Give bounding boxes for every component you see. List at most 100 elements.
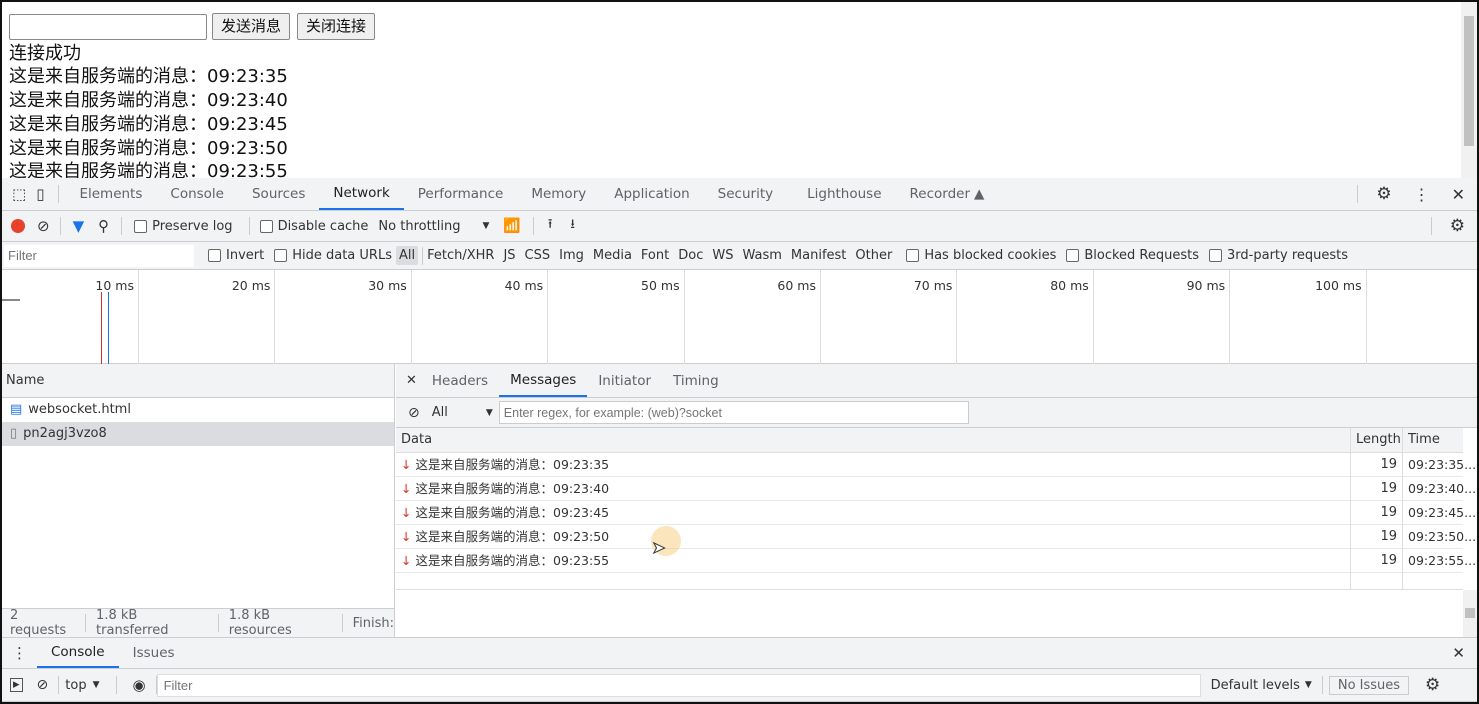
status-text: 连接成功	[9, 43, 81, 64]
tab-performance[interactable]: Performance	[404, 178, 518, 210]
tab-security[interactable]: Security	[704, 178, 787, 210]
timeline-tick-label: 90 ms	[1186, 278, 1226, 293]
flask-icon: ▲	[974, 186, 985, 202]
messages-scrollbar[interactable]	[1463, 590, 1477, 637]
message-input[interactable]	[9, 14, 207, 40]
filter-icon[interactable]: ▼	[73, 217, 85, 235]
device-toolbar-icon[interactable]: ▯	[36, 185, 44, 203]
tab-console[interactable]: Console	[156, 178, 238, 210]
clear-messages-icon[interactable]: ⊘	[408, 405, 420, 421]
filter-input[interactable]	[4, 244, 194, 267]
type-filter-wasm[interactable]: Wasm	[742, 248, 781, 263]
request-row[interactable]: ▤ websocket.html	[2, 398, 394, 422]
issues-count-button[interactable]: No Issues	[1328, 675, 1410, 695]
preserve-log-checkbox[interactable]: Preserve log	[134, 219, 233, 234]
message-time: 09:23:40...	[1402, 477, 1477, 501]
tab-sources[interactable]: Sources	[238, 178, 319, 210]
tab-headers[interactable]: Headers	[421, 364, 499, 397]
type-filter-font[interactable]: Font	[641, 248, 669, 263]
close-devtools-icon[interactable]: ✕	[1452, 185, 1465, 204]
hide-data-urls-checkbox[interactable]: Hide data URLs	[274, 248, 392, 263]
filter-bar: Invert Hide data URLs All Fetch/XHR JS C…	[2, 242, 1477, 270]
search-icon[interactable]: ⚲	[98, 217, 109, 235]
throttling-select[interactable]: No throttling ▼	[378, 219, 489, 234]
column-length[interactable]: Length	[1350, 428, 1402, 452]
more-options-icon[interactable]: ⋮	[1414, 185, 1430, 204]
message-type-select[interactable]: All ▼	[432, 405, 493, 420]
log-levels-select[interactable]: Default levels ▼	[1211, 678, 1312, 693]
settings-icon[interactable]: ⚙	[1376, 184, 1391, 204]
network-conditions-icon[interactable]: 📶	[503, 218, 520, 234]
regex-filter-input[interactable]	[498, 401, 969, 424]
tab-memory[interactable]: Memory	[517, 178, 600, 210]
close-drawer-icon[interactable]: ✕	[1452, 644, 1465, 662]
invert-checkbox[interactable]: Invert	[208, 248, 264, 263]
type-filter-img[interactable]: Img	[559, 248, 584, 263]
tab-network[interactable]: Network	[319, 178, 404, 210]
console-settings-icon[interactable]: ⚙	[1425, 675, 1440, 695]
message-row[interactable]: ↓ 这是来自服务端的消息：09:23:40 19 09:23:40...	[396, 477, 1476, 501]
inspect-element-icon[interactable]: ⬚	[12, 185, 26, 203]
close-connection-button[interactable]: 关闭连接	[297, 13, 376, 40]
tab-timing[interactable]: Timing	[662, 364, 730, 397]
message-line: 这是来自服务端的消息：09:23:40	[9, 90, 288, 111]
arrow-down-icon: ↓	[401, 481, 412, 496]
record-icon[interactable]	[11, 219, 25, 233]
type-filter-manifest[interactable]: Manifest	[791, 248, 846, 263]
request-row-selected[interactable]: ▯ pn2agj3vzo8	[2, 422, 394, 446]
tab-elements[interactable]: Elements	[65, 178, 156, 210]
drawer-tab-issues[interactable]: Issues	[119, 638, 189, 668]
sidebar-toggle-icon[interactable]: ▸	[10, 678, 23, 692]
tab-messages[interactable]: Messages	[499, 364, 588, 397]
tab-initiator[interactable]: Initiator	[587, 364, 662, 397]
send-message-button[interactable]: 发送消息	[212, 13, 291, 40]
message-time: 09:23:35...	[1402, 453, 1477, 477]
drawer-tab-console[interactable]: Console	[37, 638, 119, 668]
network-overview-timeline[interactable]: 10 ms 20 ms 30 ms 40 ms 50 ms 60 ms 70 ms 80 ms…	[2, 270, 1477, 364]
tab-recorder[interactable]: Recorder ▲	[896, 178, 999, 210]
console-filter-input[interactable]	[156, 673, 1201, 697]
message-time: 09:23:45...	[1402, 501, 1477, 525]
timeline-tick-label: 40 ms	[504, 278, 544, 293]
blocked-requests-checkbox[interactable]: Blocked Requests	[1066, 248, 1199, 263]
message-row[interactable]: ↓ 这是来自服务端的消息：09:23:55 19 09:23:55...	[396, 549, 1476, 573]
tab-lighthouse[interactable]: Lighthouse	[793, 178, 895, 210]
column-data[interactable]: Data	[396, 428, 1350, 452]
live-expression-eye-icon[interactable]: ◉	[133, 676, 146, 694]
type-filter-ws[interactable]: WS	[712, 248, 733, 263]
message-type-value: All	[431, 405, 448, 420]
import-har-icon[interactable]: ⭱	[548, 215, 553, 237]
context-select[interactable]: top ▼	[65, 678, 99, 693]
type-filter-all[interactable]: All	[395, 246, 419, 265]
export-har-icon[interactable]: ⭳	[570, 215, 575, 237]
arrow-down-icon: ↓	[401, 529, 412, 544]
message-row[interactable]: ↓ 这是来自服务端的消息：09:23:50 19 09:23:50...	[396, 525, 1476, 549]
tab-application[interactable]: Application	[600, 178, 703, 210]
page-scrollbar[interactable]	[1461, 2, 1477, 178]
name-column-header[interactable]: Name	[2, 364, 394, 398]
chevron-down-icon: ▼	[92, 680, 100, 690]
message-text: 这是来自服务端的消息：09:23:55	[415, 553, 610, 568]
message-time: 09:23:55...	[1402, 549, 1477, 573]
message-data: ↓ 这是来自服务端的消息：09:23:45	[396, 501, 1350, 525]
disable-cache-checkbox[interactable]: Disable cache	[259, 219, 368, 234]
message-row[interactable]: ↓ 这是来自服务端的消息：09:23:35 19 09:23:35...	[396, 453, 1476, 477]
type-filter-other[interactable]: Other	[855, 248, 892, 263]
third-party-checkbox[interactable]: 3rd-party requests	[1209, 248, 1348, 263]
close-detail-icon[interactable]: ✕	[406, 373, 417, 388]
message-row[interactable]: ↓ 这是来自服务端的消息：09:23:45 19 09:23:45...	[396, 501, 1476, 525]
type-filter-doc[interactable]: Doc	[678, 248, 703, 263]
message-length: 19	[1350, 501, 1402, 525]
type-filter-css[interactable]: CSS	[525, 248, 551, 263]
type-filter-fetch-xhr[interactable]: Fetch/XHR	[427, 248, 494, 263]
clear-icon[interactable]: ⊘	[37, 217, 50, 235]
column-time[interactable]: Time	[1402, 428, 1477, 452]
drawer-menu-icon[interactable]: ⋮	[12, 644, 27, 662]
has-blocked-cookies-checkbox[interactable]: Has blocked cookies	[906, 248, 1056, 263]
type-filter-js[interactable]: JS	[503, 248, 515, 263]
resources-size: 1.8 kB resources	[228, 608, 292, 638]
network-settings-icon[interactable]: ⚙	[1450, 216, 1465, 236]
clear-console-icon[interactable]: ⊘	[37, 677, 49, 693]
type-filter-media[interactable]: Media	[593, 248, 632, 263]
transferred-size: 1.8 kB transferred	[96, 608, 169, 638]
